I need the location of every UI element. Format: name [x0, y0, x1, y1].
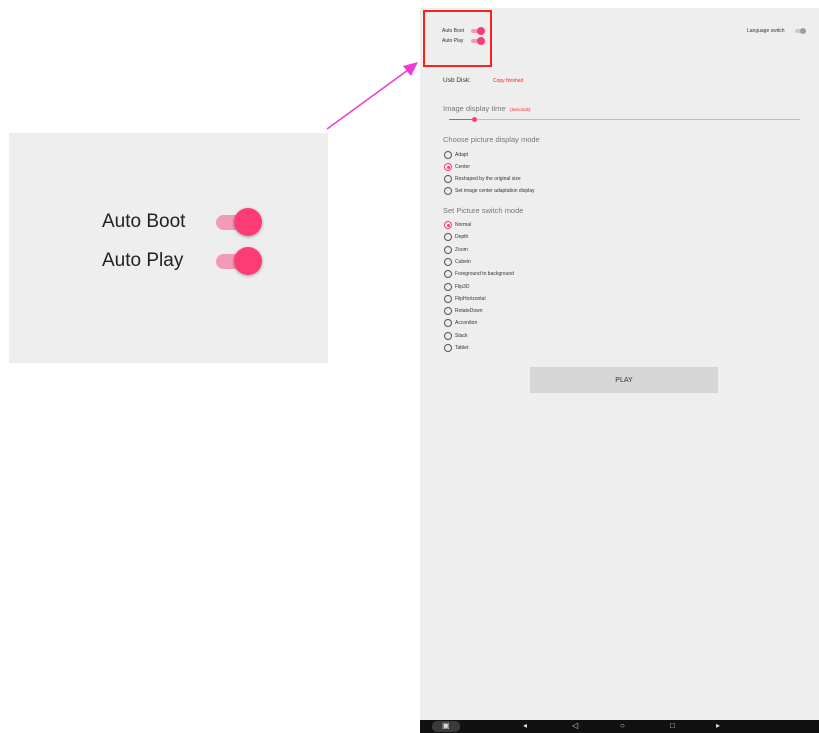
switch-mode-option-label: Foreground to background — [455, 271, 514, 278]
home-icon[interactable]: ○ — [620, 722, 625, 730]
switch-mode-option-label: FlipHorizontal — [455, 295, 486, 302]
switch-mode-radio[interactable] — [444, 257, 452, 266]
usb-disk-label: Usb Disk: — [443, 77, 471, 84]
display-mode-option-label: Adapt — [455, 152, 469, 158]
zoom-auto-boot-toggle[interactable] — [212, 208, 262, 236]
language-switch-label: Language switch — [747, 28, 785, 34]
language-switch-toggle[interactable] — [795, 27, 809, 35]
highlight-box — [423, 10, 492, 67]
recents-icon[interactable]: □ — [670, 722, 675, 730]
switch-mode-option-label: Stack — [455, 332, 468, 339]
zoom-auto-boot-row: Auto Boot — [102, 208, 262, 236]
display-time-slider-track[interactable] — [449, 119, 800, 120]
switch-mode-radio[interactable] — [444, 282, 452, 291]
zoom-auto-play-label: Auto Play — [102, 250, 184, 271]
play-button[interactable]: PLAY — [530, 367, 718, 393]
camera-icon[interactable]: ▣ — [442, 722, 450, 730]
display-time-label: Image display time — [443, 104, 506, 113]
switch-mode-option-label: Zoom — [455, 246, 468, 253]
volume-down-icon[interactable]: ◂ — [523, 722, 527, 730]
switch-mode-option-label: Tablet — [455, 345, 469, 351]
switch-mode-heading: Set Picture switch mode — [443, 206, 524, 215]
zoom-auto-play-toggle[interactable] — [212, 247, 262, 275]
switch-mode-radio[interactable] — [444, 221, 452, 229]
switch-mode-radio[interactable] — [444, 245, 452, 254]
zoom-callout: Auto Boot Auto Play — [9, 133, 328, 363]
display-mode-radio[interactable] — [444, 163, 452, 171]
switch-mode-option-label: Cubein — [455, 258, 471, 265]
switch-mode-radio[interactable] — [444, 331, 452, 340]
switch-mode-option-label: Normal — [455, 222, 472, 228]
usb-status-text: Copy finished — [493, 78, 524, 84]
system-nav-bar: ▣ ◂ ◁ ○ □ ▸ — [420, 720, 819, 733]
back-icon[interactable]: ◁ — [572, 722, 578, 730]
zoom-auto-play-row: Auto Play — [102, 247, 262, 275]
display-mode-option-label: Center — [455, 164, 471, 170]
display-mode-option-label: Set image center adaptation display — [455, 188, 535, 194]
volume-up-icon[interactable]: ▸ — [716, 722, 720, 730]
display-mode-radio[interactable] — [444, 187, 452, 195]
switch-mode-option-label: Depth — [455, 234, 469, 241]
switch-mode-radio[interactable] — [444, 294, 452, 303]
display-time-unit: (Seconds) — [510, 107, 531, 112]
switch-mode-option-label: RotateDown — [455, 308, 483, 315]
display-mode-radio[interactable] — [444, 151, 452, 159]
display-mode-radio[interactable] — [444, 175, 452, 183]
display-mode-heading: Choose picture display mode — [443, 135, 540, 144]
zoom-auto-boot-label: Auto Boot — [102, 211, 186, 232]
display-time-slider-thumb[interactable] — [472, 117, 477, 122]
switch-mode-radio[interactable] — [444, 344, 452, 352]
switch-mode-option-label: Accordion — [455, 320, 478, 327]
switch-mode-option-label: Flip3D — [455, 283, 470, 290]
display-mode-option-label: Reshaped by the original size — [455, 176, 521, 182]
